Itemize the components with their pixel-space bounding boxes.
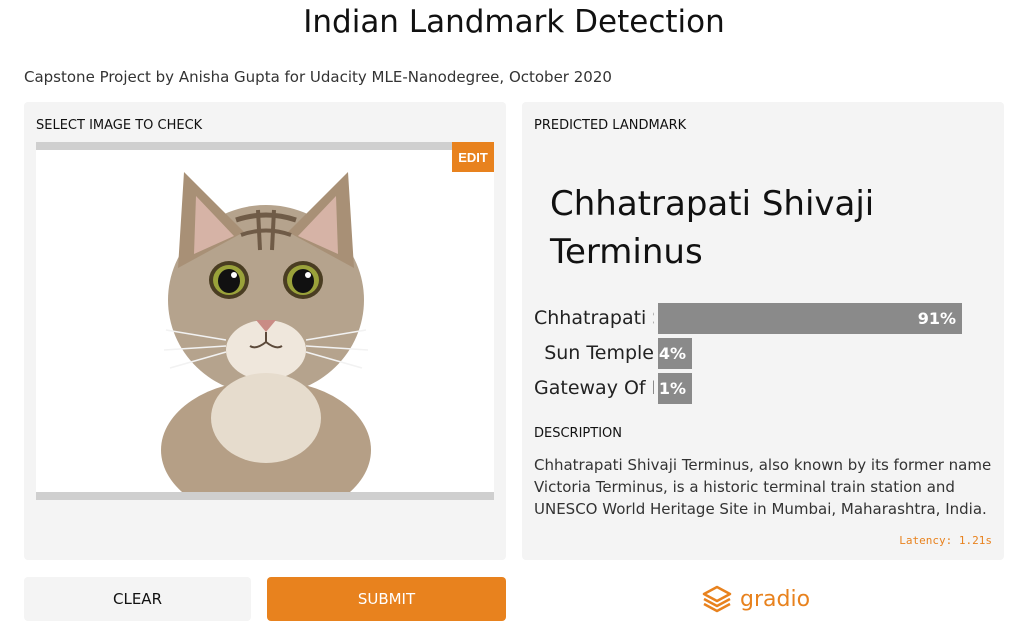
latency-text: Latency: 1.21s bbox=[899, 534, 992, 547]
confidence-label: Gateway Of India bbox=[534, 377, 654, 399]
image-top-bar bbox=[36, 142, 494, 150]
image-bottom-bar bbox=[36, 492, 494, 500]
gradio-wordmark: gradio bbox=[740, 586, 811, 612]
description-label: DESCRIPTION bbox=[534, 426, 622, 441]
gradio-icon bbox=[702, 585, 732, 613]
confidence-percent: 91% bbox=[917, 309, 956, 328]
confidence-bar: 1% bbox=[658, 373, 692, 404]
cat-image bbox=[161, 172, 371, 492]
gradio-logo[interactable]: gradio bbox=[702, 583, 810, 615]
confidence-label: Chhatrapati Shivaji Terminus bbox=[534, 307, 654, 329]
page-title: Indian Landmark Detection bbox=[303, 4, 725, 40]
predicted-landmark: Chhatrapati Shivaji Terminus bbox=[550, 184, 875, 272]
page-subtitle: Capstone Project by Anisha Gupta for Uda… bbox=[24, 68, 612, 86]
output-panel-label: PREDICTED LANDMARK bbox=[534, 118, 687, 133]
description-text: Chhatrapati Shivaji Terminus, also known… bbox=[534, 456, 992, 518]
confidence-percent: 4% bbox=[658, 344, 686, 363]
submit-button[interactable]: SUBMIT bbox=[267, 577, 506, 621]
edit-button[interactable]: EDIT bbox=[452, 142, 494, 172]
input-panel-label: SELECT IMAGE TO CHECK bbox=[36, 118, 203, 133]
clear-button[interactable]: CLEAR bbox=[24, 577, 251, 621]
confidence-label: Sun Temple bbox=[544, 342, 654, 364]
output-panel: PREDICTED LANDMARK Chhatrapati Shivaji T… bbox=[522, 102, 1004, 560]
confidence-bar: 4% bbox=[658, 338, 692, 369]
input-panel: SELECT IMAGE TO CHECK EDIT bbox=[24, 102, 506, 560]
image-input[interactable]: EDIT bbox=[36, 142, 494, 500]
confidence-percent: 1% bbox=[658, 379, 686, 398]
confidence-bar: 91% bbox=[658, 303, 962, 334]
